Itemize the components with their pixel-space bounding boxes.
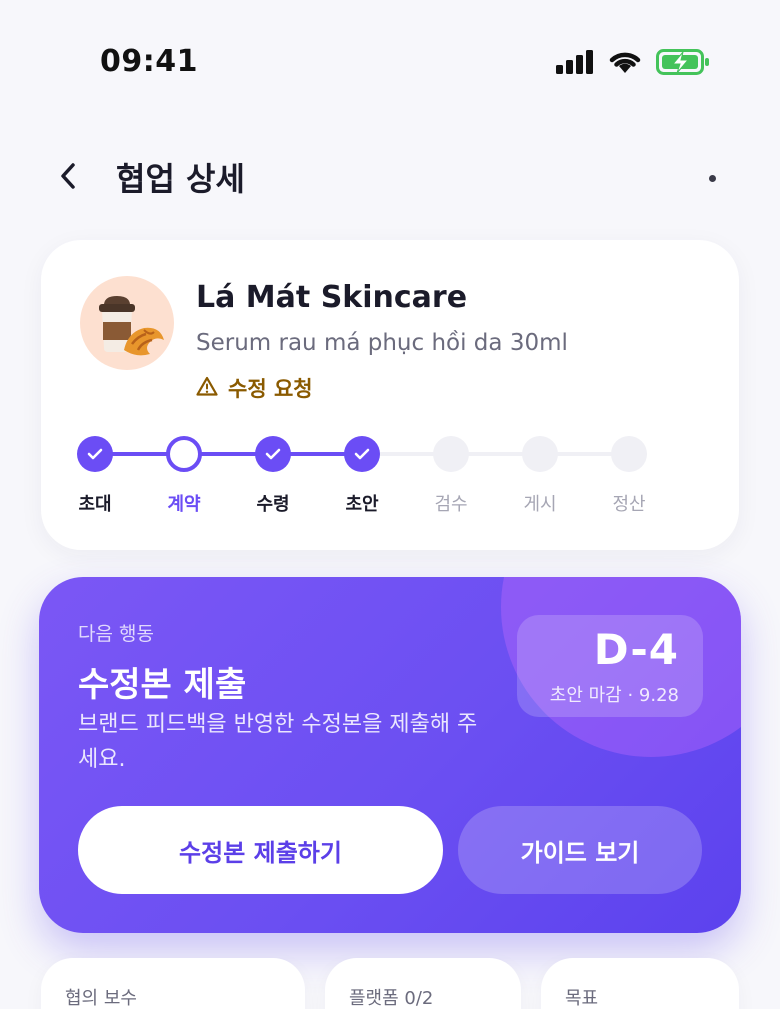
back-button[interactable] [48,158,88,198]
step-1: 초대 [77,436,113,515]
deadline-label: 초안 마감 · 9.28 [549,685,679,706]
wifi-icon [608,49,642,79]
product-name: Serum rau má phục hồi da 30ml [196,330,568,356]
collab-summary-card: Lá Mát Skincare Serum rau má phục hồi da… [41,240,739,550]
brand-avatar [80,276,174,370]
status-label: 수정 요청 [228,377,313,401]
next-action-description: 브랜드 피드백을 반영한 수정본을 제출해 주세요. [78,712,478,772]
nav-bar: 협업 상세 [0,140,780,216]
step-5: 검수 [433,436,469,515]
step-3: 수령 [255,436,291,515]
step-check-icon [255,436,291,472]
status-icons [556,48,710,80]
submit-revision-button[interactable]: 수정본 제출하기 [78,806,443,894]
step-label: 검수 [434,494,468,515]
step-label: 계약 [167,494,201,515]
step-dot [166,436,202,472]
info-card-label: 플랫폼 0/2 [349,988,434,1009]
next-action-eyebrow: 다음 행동 [78,623,154,645]
progress-stepper: 초대 계약 수령 초안 검수 게시 정산 [77,436,667,516]
next-action-title: 수정본 제출 [78,665,247,705]
step-dot [433,436,469,472]
step-label: 초안 [345,494,379,515]
dday-badge: D-4 초안 마감 · 9.28 [517,615,703,717]
info-card-fee[interactable]: 협의 보수 [41,958,305,1009]
brand-name: Lá Mát Skincare [196,280,468,315]
info-card-platform[interactable]: 플랫폼 0/2 [325,958,521,1009]
step-label: 게시 [523,494,557,515]
status-time: 09:41 [100,44,198,79]
battery-charging-icon [656,48,710,80]
signal-icon [556,50,594,78]
step-4: 초안 [344,436,380,515]
step-check-icon [344,436,380,472]
step-2: 계약 [166,436,202,515]
dday-count: D-4 [593,625,679,674]
step-label: 정산 [612,494,646,515]
more-button[interactable] [688,160,736,196]
chevron-left-icon [57,161,79,195]
status-badge: 수정 요청 [196,373,313,403]
info-card-goal[interactable]: 목표 [541,958,739,1009]
view-guide-button[interactable]: 가이드 보기 [458,806,702,894]
page-title: 협업 상세 [116,160,245,198]
step-7: 정산 [611,436,647,515]
next-action-card: 다음 행동 수정본 제출 브랜드 피드백을 반영한 수정본을 제출해 주세요. … [39,577,741,933]
stepper-track-filled [95,452,362,456]
info-card-label: 협의 보수 [65,988,137,1009]
coffee-croissant-icon [80,276,174,370]
step-check-icon [77,436,113,472]
warning-icon [196,376,218,400]
step-label: 수령 [256,494,290,515]
info-card-label: 목표 [565,988,599,1009]
step-6: 게시 [522,436,558,515]
step-dot [611,436,647,472]
status-bar: 09:41 [0,0,780,120]
step-dot [522,436,558,472]
step-label: 초대 [78,494,112,515]
more-horizontal-icon [708,174,716,182]
